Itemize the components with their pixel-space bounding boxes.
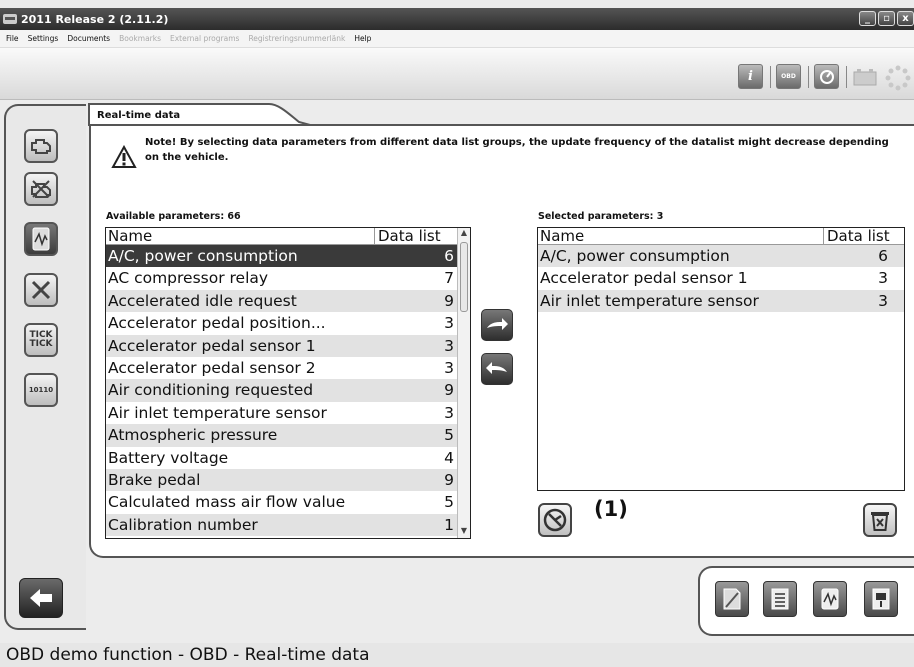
list-item[interactable]: Calculated mass air flow value 5 <box>106 491 457 513</box>
list-item[interactable]: Calibration number 1 <box>106 513 457 537</box>
minimize-button[interactable]: _ <box>859 11 876 26</box>
restore-button[interactable]: ▫ <box>878 11 895 26</box>
list-item[interactable]: Air inlet temperature sensor 3 <box>538 289 904 313</box>
arrow-left-icon <box>30 589 52 607</box>
list-item[interactable]: AC compressor relay 7 <box>106 267 457 289</box>
arrow-right-icon <box>487 318 508 330</box>
available-parameters-list[interactable]: Name Data list A/C, power consumption 6 A… <box>105 227 471 539</box>
busy-spinner-icon <box>885 65 911 95</box>
list-item[interactable]: A/C, power consumption 6 <box>538 245 904 268</box>
list-item[interactable]: Atmospheric pressure 5 <box>106 424 457 447</box>
list-item[interactable]: A/C, power consumption 6 <box>106 245 457 268</box>
menu-settings[interactable]: Settings <box>28 34 59 43</box>
list-item[interactable]: Air conditioning requested 9 <box>106 379 457 402</box>
callout-label: (1) <box>594 497 628 521</box>
menu-documents[interactable]: Documents <box>67 34 110 43</box>
binary-data-icon: 10110 <box>28 385 54 394</box>
engine-icon <box>31 139 51 154</box>
tools-icon <box>31 280 51 300</box>
list-item[interactable]: Accelerator pedal sensor 13 <box>106 334 457 357</box>
battery-icon <box>853 68 877 90</box>
sidebar-realtime-data-button[interactable] <box>24 222 58 256</box>
toolbar: i OBD <box>0 48 914 100</box>
add-parameter-button[interactable] <box>481 309 513 341</box>
column-data-list-header[interactable]: Data list <box>374 228 457 245</box>
column-name-header[interactable]: Name <box>538 228 823 245</box>
realtime-data-icon <box>32 227 50 251</box>
available-parameters-label: Available parameters: 66 <box>106 211 241 222</box>
tab-realtime-data[interactable]: Real-time data <box>97 110 180 121</box>
list-item[interactable]: Battery voltage 4 <box>106 447 457 469</box>
scroll-up-icon[interactable]: ▲ <box>458 228 470 240</box>
document-icon <box>723 588 741 610</box>
car-icon <box>3 14 17 24</box>
back-button[interactable] <box>19 578 63 618</box>
info-button[interactable]: i <box>738 64 763 89</box>
list-item[interactable]: Air inlet temperature sensor 3 <box>106 402 457 424</box>
application-window: 2011 Release 2 (2.11.2) _ ▫ x File Setti… <box>0 0 914 667</box>
column-data-list-header[interactable]: Data list <box>823 228 904 245</box>
warning-icon <box>111 145 137 168</box>
selected-parameters-list[interactable]: Name Data list A/C, power consumption 6 A… <box>537 227 905 491</box>
close-button[interactable]: x <box>897 11 914 26</box>
menu-help[interactable]: Help <box>354 34 371 43</box>
delete-parameters-button[interactable] <box>863 503 897 537</box>
title-bar: 2011 Release 2 (2.11.2) _ ▫ x <box>0 8 914 30</box>
window-controls: _ ▫ x <box>859 11 914 26</box>
sidebar-engine-off-button[interactable] <box>24 172 58 206</box>
obd-icon: OBD <box>781 73 796 80</box>
selected-parameters-label: Selected parameters: 3 <box>538 211 664 222</box>
list-item[interactable]: Accelerated idle request 9 <box>106 289 457 313</box>
clear-selection-button[interactable] <box>538 503 572 537</box>
list-icon <box>771 588 789 610</box>
list-header: Name Data list <box>538 228 904 245</box>
gauge-view-button[interactable] <box>864 581 898 617</box>
list-item[interactable]: Accelerator pedal sensor 13 <box>538 267 904 289</box>
menu-file[interactable]: File <box>6 34 19 43</box>
toolbar-separator <box>770 66 771 88</box>
clear-clock-icon <box>543 508 567 532</box>
note-text: Note! By selecting data parameters from … <box>145 137 889 163</box>
graph-view-button[interactable] <box>813 581 847 617</box>
scroll-down-icon[interactable]: ▼ <box>458 526 470 538</box>
list-item[interactable]: Brake pedal 9 <box>106 468 457 492</box>
scroll-thumb[interactable] <box>460 242 468 312</box>
sidebar-tick-tick-button[interactable]: TICK TICK <box>24 323 58 357</box>
info-icon: i <box>748 69 753 84</box>
gauge-button[interactable] <box>814 64 839 89</box>
engine-off-icon <box>31 180 51 198</box>
obd-button[interactable]: OBD <box>776 64 801 89</box>
menu-external-programs: External programs <box>170 34 240 43</box>
trash-icon <box>871 512 889 531</box>
column-name-header[interactable]: Name <box>106 228 374 245</box>
toolbar-separator <box>846 66 847 88</box>
list-item[interactable]: Accelerator pedal position... 3 <box>106 312 457 334</box>
gauge-panel-icon <box>872 588 890 610</box>
gauge-icon <box>819 69 834 84</box>
list-item[interactable]: Accelerator pedal sensor 23 <box>106 357 457 379</box>
status-bar: OBD demo function - OBD - Real-time data <box>0 643 914 667</box>
graph-icon <box>821 588 839 610</box>
list-scrollbar[interactable]: ▲ ▼ <box>457 228 470 538</box>
save-report-button[interactable] <box>715 581 749 617</box>
remove-parameter-button[interactable] <box>481 353 513 385</box>
list-header: Name Data list <box>106 228 457 245</box>
list-view-button[interactable] <box>763 581 797 617</box>
menu-bar: File Settings Documents Bookmarks Extern… <box>0 30 914 48</box>
menu-bookmarks: Bookmarks <box>119 34 161 43</box>
sidebar-tools-button[interactable] <box>24 273 58 307</box>
menu-registration-link: Registreringsnummerlänk <box>248 34 346 43</box>
sidebar-engine-button[interactable] <box>24 129 58 163</box>
toolbar-separator <box>808 66 809 88</box>
sidebar-binary-data-button[interactable]: 10110 <box>24 373 58 407</box>
tick-tick-icon: TICK TICK <box>29 330 53 349</box>
arrow-left-icon <box>486 362 507 374</box>
window-title: 2011 Release 2 (2.11.2) <box>21 12 169 26</box>
